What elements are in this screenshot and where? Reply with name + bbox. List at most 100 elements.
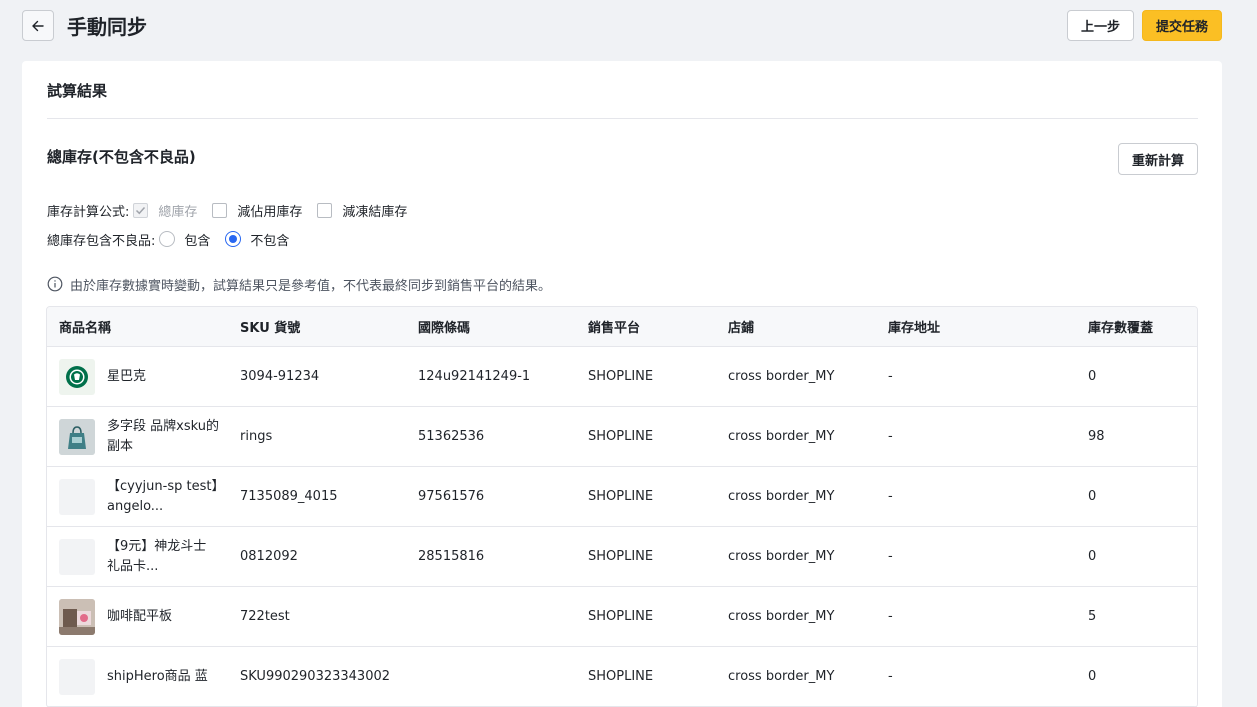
address-cell: - bbox=[888, 549, 893, 564]
sku-cell: 722test bbox=[240, 609, 290, 624]
table-row: shipHero商品 蓝 SKU990290323343002 SHOPLINE… bbox=[47, 647, 1197, 707]
store-cell: cross border_MY bbox=[728, 429, 835, 444]
barcode-cell: 97561576 bbox=[418, 489, 485, 504]
option-include[interactable]: 包含 bbox=[159, 230, 210, 249]
column-header: 店鋪 bbox=[728, 321, 755, 336]
option-exclude[interactable]: 不包含 bbox=[225, 230, 289, 249]
sku-cell: rings bbox=[240, 429, 273, 444]
product-thumbnail bbox=[59, 418, 95, 455]
table-row: 多字段 品牌xsku的副本 rings 51362536 SHOPLINE cr… bbox=[47, 407, 1197, 467]
column-header: 國際條碼 bbox=[418, 321, 471, 336]
notice: 由於庫存數據實時變動，試算結果只是參考值，不代表最終同步到銷售平台的結果。 bbox=[47, 275, 552, 294]
platform-cell: SHOPLINE bbox=[588, 549, 654, 564]
qty-cell: 0 bbox=[1088, 549, 1097, 564]
product-thumbnail-placeholder bbox=[59, 478, 95, 515]
prev-step-button[interactable]: 上一步 bbox=[1066, 10, 1134, 41]
store-cell: cross border_MY bbox=[728, 669, 835, 684]
column-header: 庫存數覆蓋 bbox=[1088, 321, 1154, 336]
product-name: 多字段 品牌xsku的副本 bbox=[107, 418, 219, 454]
option-minus-frozen[interactable]: 減凍結庫存 bbox=[317, 201, 407, 220]
platform-cell: SHOPLINE bbox=[588, 429, 654, 444]
table-row: 星巴克 3094-91234 124u92141249-1 SHOPLINE c… bbox=[47, 347, 1197, 407]
sku-cell: 0812092 bbox=[240, 549, 298, 564]
qty-cell: 0 bbox=[1088, 489, 1097, 504]
product-cell: 多字段 品牌xsku的副本 bbox=[47, 417, 228, 457]
option-label: 包含 bbox=[184, 233, 211, 249]
store-cell: cross border_MY bbox=[728, 489, 835, 504]
formula-label: 庫存計算公式: bbox=[47, 204, 130, 220]
product-name: 【9元】神龙斗士 礼品卡... bbox=[107, 538, 207, 574]
option-label: 不包含 bbox=[250, 233, 290, 249]
table-row: 【cyyjun-sp test】angelo... 7135089_4015 9… bbox=[47, 467, 1197, 527]
option-minus-occupied[interactable]: 減佔用庫存 bbox=[212, 201, 302, 220]
platform-cell: SHOPLINE bbox=[588, 489, 654, 504]
product-name: shipHero商品 蓝 bbox=[107, 668, 208, 684]
product-name: 咖啡配平板 bbox=[107, 608, 173, 624]
top-actions: 上一步 提交任務 bbox=[1066, 10, 1222, 41]
platform-cell: SHOPLINE bbox=[588, 609, 654, 624]
card-title: 試算結果 bbox=[47, 82, 108, 100]
product-thumbnail bbox=[59, 358, 95, 395]
bag-image-icon bbox=[59, 418, 95, 455]
radio-exclude[interactable] bbox=[225, 231, 242, 247]
option-total-stock[interactable]: 總庫存 bbox=[133, 201, 197, 220]
sku-cell: 7135089_4015 bbox=[240, 489, 338, 504]
column-header: 庫存地址 bbox=[888, 321, 941, 336]
back-button[interactable] bbox=[22, 10, 54, 41]
radio-include[interactable] bbox=[159, 231, 176, 247]
qty-cell: 0 bbox=[1088, 369, 1097, 384]
defect-row: 總庫存包含不良品: 包含 不包含 bbox=[47, 230, 304, 249]
qty-cell: 5 bbox=[1088, 609, 1097, 624]
arrow-left-icon bbox=[32, 20, 44, 31]
starbucks-logo-icon bbox=[66, 365, 88, 388]
info-icon bbox=[47, 276, 63, 292]
top-bar: 手動同步 上一步 提交任務 bbox=[22, 10, 1222, 41]
qty-cell: 98 bbox=[1088, 429, 1105, 444]
product-thumbnail bbox=[59, 598, 95, 635]
table-row: 咖啡配平板 722test SHOPLINE cross border_MY -… bbox=[47, 587, 1197, 647]
address-cell: - bbox=[888, 429, 893, 444]
recalculate-button[interactable]: 重新計算 bbox=[1117, 143, 1198, 175]
section-title: 總庫存(不包含不良品) bbox=[47, 148, 196, 166]
column-header: 銷售平台 bbox=[588, 321, 641, 336]
page-title: 手動同步 bbox=[67, 15, 147, 39]
checkbox-total-stock[interactable] bbox=[133, 202, 149, 218]
product-cell: 咖啡配平板 bbox=[47, 598, 228, 635]
result-table: 商品名稱 SKU 貨號 國際條碼 銷售平台 店鋪 庫存地址 庫存數覆蓋 星巴克 bbox=[46, 306, 1198, 707]
sku-cell: 3094-91234 bbox=[240, 369, 320, 384]
store-cell: cross border_MY bbox=[728, 369, 835, 384]
address-cell: - bbox=[888, 609, 893, 624]
notice-text: 由於庫存數據實時變動，試算結果只是參考值，不代表最終同步到銷售平台的結果。 bbox=[70, 278, 552, 294]
address-cell: - bbox=[888, 489, 893, 504]
submit-task-button[interactable]: 提交任務 bbox=[1141, 10, 1222, 41]
sku-cell: SKU990290323343002 bbox=[240, 669, 391, 684]
column-header: 商品名稱 bbox=[59, 321, 112, 336]
table-header: 商品名稱 SKU 貨號 國際條碼 銷售平台 店鋪 庫存地址 庫存數覆蓋 bbox=[47, 307, 1197, 347]
address-cell: - bbox=[888, 669, 893, 684]
defect-label: 總庫存包含不良品: bbox=[47, 233, 156, 249]
product-cell: shipHero商品 蓝 bbox=[47, 658, 228, 695]
option-label: 總庫存 bbox=[158, 204, 198, 220]
checkbox-minus-frozen[interactable] bbox=[317, 202, 333, 218]
store-cell: cross border_MY bbox=[728, 549, 835, 564]
address-cell: - bbox=[888, 369, 893, 384]
result-card: 試算結果 總庫存(不包含不良品) 重新計算 庫存計算公式: 總庫存 減佔用庫存 … bbox=[22, 61, 1222, 707]
product-cell: 【9元】神龙斗士 礼品卡... bbox=[47, 537, 228, 577]
photo-image-icon bbox=[59, 598, 95, 635]
barcode-cell: 28515816 bbox=[418, 549, 485, 564]
option-label: 減佔用庫存 bbox=[237, 204, 303, 220]
barcode-cell: 124u92141249-1 bbox=[418, 369, 531, 384]
qty-cell: 0 bbox=[1088, 669, 1097, 684]
checkbox-minus-occupied[interactable] bbox=[212, 202, 228, 218]
table-row: 【9元】神龙斗士 礼品卡... 0812092 28515816 SHOPLIN… bbox=[47, 527, 1197, 587]
product-thumbnail-placeholder bbox=[59, 538, 95, 575]
product-thumbnail-placeholder bbox=[59, 658, 95, 695]
product-name: 星巴克 bbox=[107, 368, 147, 384]
formula-row: 庫存計算公式: 總庫存 減佔用庫存 減凍結庫存 bbox=[47, 201, 422, 220]
store-cell: cross border_MY bbox=[728, 609, 835, 624]
option-label: 減凍結庫存 bbox=[342, 204, 408, 220]
product-cell: 【cyyjun-sp test】angelo... bbox=[47, 477, 228, 517]
column-header: SKU 貨號 bbox=[240, 321, 301, 336]
divider bbox=[47, 118, 1198, 119]
platform-cell: SHOPLINE bbox=[588, 669, 654, 684]
